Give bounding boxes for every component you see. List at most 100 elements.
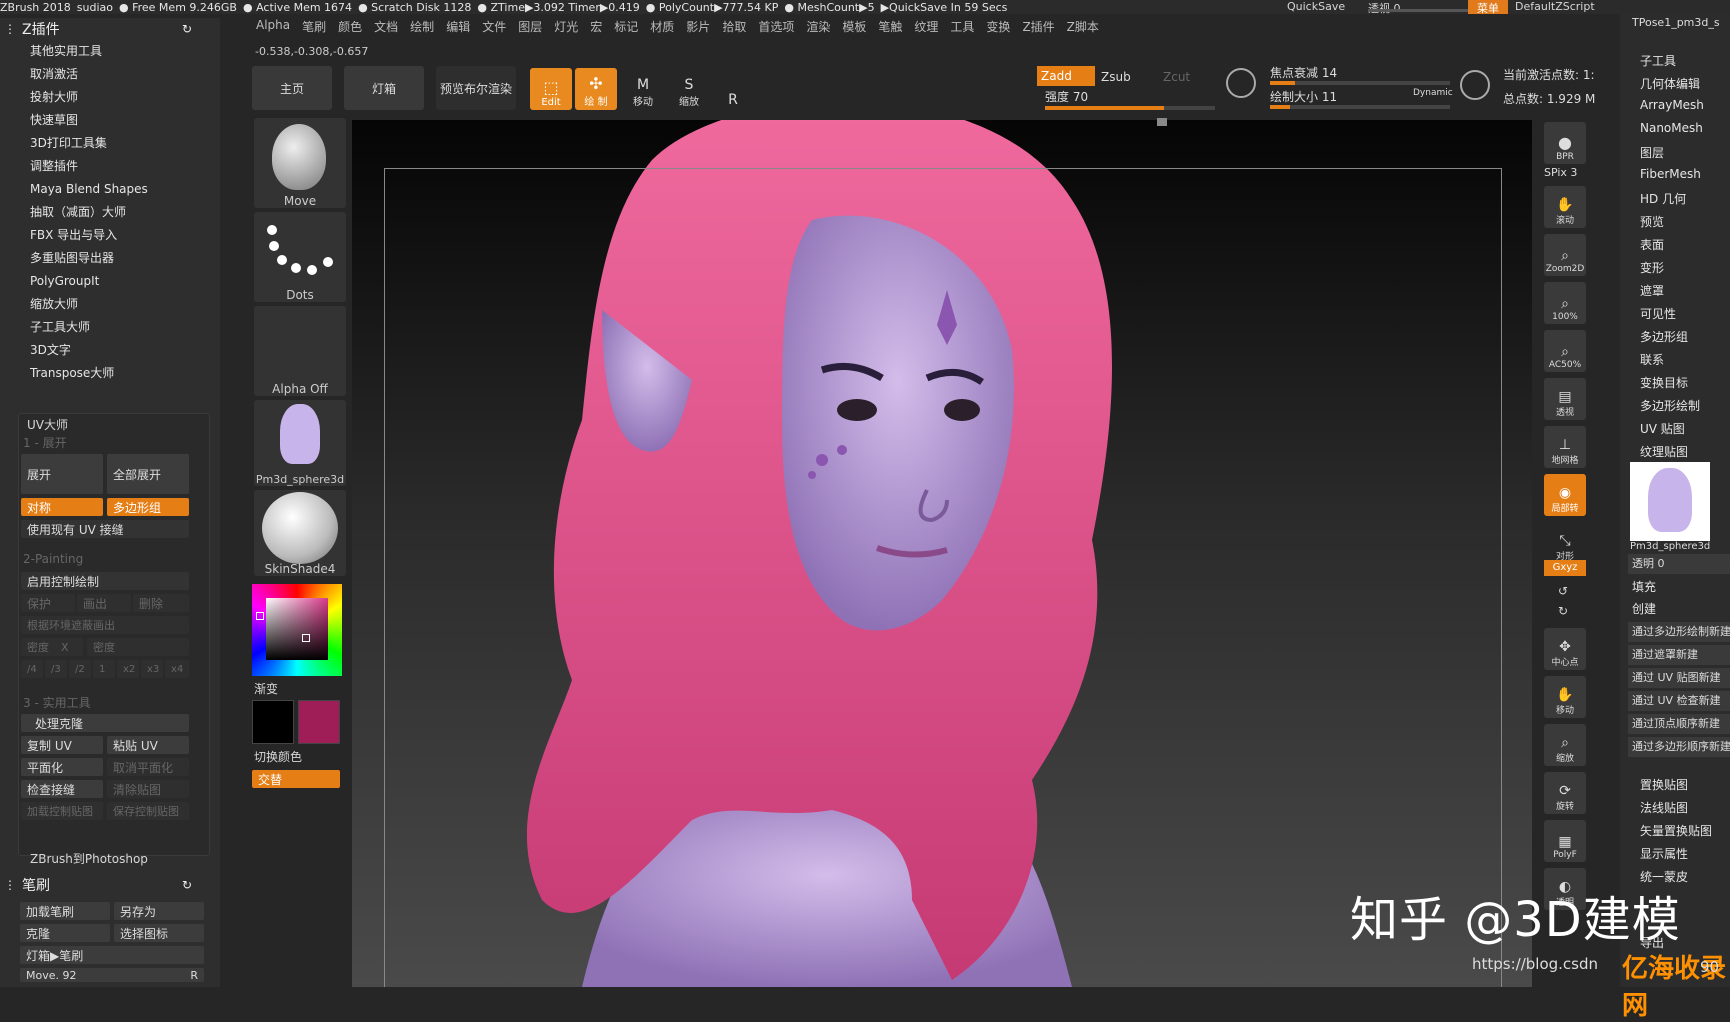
tool-palette-item[interactable]: 可见性 [1640, 305, 1676, 322]
clone-button[interactable]: 克隆 [20, 924, 110, 942]
enable-control-painting-button[interactable]: 启用控制绘制 [21, 572, 189, 590]
move-view-button[interactable]: ✋ 移动 [1544, 676, 1586, 718]
lightbox-brush-button[interactable]: 灯箱▶笔刷 [20, 946, 204, 964]
clear-maps-button[interactable]: 清除贴图 [107, 780, 189, 798]
density-div3[interactable]: /3 [45, 660, 67, 678]
menu-9[interactable]: 宏 [584, 18, 608, 40]
density-one[interactable]: 1 [93, 660, 115, 678]
erase-button[interactable]: 删除 [133, 594, 189, 612]
default-zscript[interactable]: DefaultZScript [1515, 0, 1595, 13]
draw-size-icon[interactable] [1460, 70, 1490, 100]
tool-palette-item[interactable]: 变形 [1640, 259, 1664, 276]
protect-button[interactable]: 保护 [21, 594, 75, 612]
plugin-item[interactable]: Maya Blend Shapes [0, 178, 220, 201]
menu-17[interactable]: 笔触 [872, 18, 908, 40]
tool-palette-item[interactable]: 纹理贴图 [1640, 443, 1688, 460]
current-brush-field[interactable]: Move. 92 R [20, 968, 204, 982]
menu-19[interactable]: 工具 [944, 18, 980, 40]
menu-22[interactable]: Z脚本 [1061, 18, 1105, 40]
secondary-color-swatch[interactable] [298, 700, 340, 744]
intensity-slider[interactable] [1045, 106, 1215, 110]
dynamic-label[interactable]: Dynamic [1413, 88, 1453, 98]
density-div2[interactable]: /2 [69, 660, 91, 678]
create-option[interactable]: 通过多边形绘制新建 [1628, 622, 1730, 642]
color-cursor[interactable] [302, 634, 310, 642]
scale-button[interactable]: S 缩放 [668, 68, 710, 110]
tool-palette-item[interactable]: 图层 [1640, 144, 1664, 161]
check-seams-button[interactable]: 检查接缝 [21, 780, 103, 798]
attract-button[interactable]: 画出 [77, 594, 131, 612]
tool-palette-item[interactable]: 子工具 [1640, 52, 1676, 69]
create-option[interactable]: 通过 UV 贴图新建 [1628, 668, 1730, 688]
xyz-button[interactable]: Gxyz [1544, 560, 1586, 576]
bpr-button[interactable]: ● BPR [1544, 122, 1586, 164]
plugin-item[interactable]: 缩放大师 [0, 293, 220, 316]
quicksave-button[interactable]: QuickSave [1287, 0, 1345, 13]
attract-ambient-button[interactable]: 根据环境遮蔽画出 [21, 616, 189, 634]
scroll-marker[interactable] [1157, 118, 1167, 126]
refresh-icon[interactable]: ↻ [182, 22, 192, 36]
plugin-item[interactable]: 3D文字 [0, 339, 220, 362]
hue-cursor[interactable] [256, 612, 264, 620]
rotate-view-button[interactable]: ⟳ 旋转 [1544, 772, 1586, 814]
frame-button[interactable]: ⤡ 对形 [1544, 522, 1586, 564]
tool-palette-item[interactable]: 法线贴图 [1640, 799, 1688, 816]
menu-10[interactable]: 标记 [608, 18, 644, 40]
tool-palette-item[interactable]: 预览 [1640, 213, 1664, 230]
tool-palette-item[interactable]: 多边形绘制 [1640, 397, 1700, 414]
unflatten-button[interactable]: 取消平面化 [107, 758, 189, 776]
save-control-map-button[interactable]: 保存控制贴图 [107, 802, 189, 820]
bpr-preview-button[interactable]: 预览布尔渲染 [436, 66, 516, 110]
tool-palette-item[interactable]: NanoMesh [1640, 121, 1703, 135]
move-button[interactable]: M 移动 [622, 68, 664, 110]
switch-color-button[interactable]: 切换颜色 [254, 748, 302, 765]
fill-button[interactable]: 填充 [1632, 578, 1656, 595]
stroke-slot[interactable]: Dots [254, 212, 346, 302]
tool-palette-item[interactable]: 表面 [1640, 236, 1664, 253]
plugin-item[interactable]: 其他实用工具 [0, 40, 220, 63]
zplugin-header[interactable]: ⋮ Z插件 ↻ [0, 18, 220, 40]
alpha-slot[interactable]: Alpha Off [254, 306, 346, 396]
tool-palette-item[interactable]: 遮罩 [1640, 282, 1664, 299]
edit-button[interactable]: ⬚ Edit [530, 68, 572, 110]
copy-uvs-button[interactable]: 复制 UV [21, 736, 103, 754]
draw-button[interactable]: ✣ 绘 制 [575, 68, 617, 110]
tool-slot[interactable]: Pm3d_sphere3d [254, 400, 346, 486]
zbrush-to-photoshop[interactable]: ZBrush到Photoshop [30, 850, 148, 867]
tool-palette-item[interactable]: 几何体编辑 [1640, 75, 1700, 92]
tool-palette-item[interactable]: ArrayMesh [1640, 98, 1704, 112]
aahalf-button[interactable]: ⌕ AC50% [1544, 330, 1586, 372]
menu-0[interactable]: Alpha [250, 18, 296, 40]
gradient-label[interactable]: 渐变 [254, 680, 278, 697]
plugin-item[interactable]: 调整插件 [0, 155, 220, 178]
rotate-z-icon[interactable]: ↻ [1558, 604, 1568, 618]
transparency-slider[interactable] [1368, 9, 1468, 12]
plugin-item[interactable]: PolyGroupIt [0, 270, 220, 293]
create-option[interactable]: 通过 UV 检查新建 [1628, 691, 1730, 711]
alternate-button[interactable]: 交替 [252, 770, 340, 788]
use-existing-seams-button[interactable]: 使用现有 UV 接缝 [21, 520, 189, 538]
brush-slot[interactable]: Move [254, 118, 346, 208]
tool-palette-item[interactable]: HD 几何 [1640, 190, 1686, 207]
plugin-item[interactable]: Transpose大师 [0, 362, 220, 385]
menu-3[interactable]: 文档 [368, 18, 404, 40]
menu-1[interactable]: 笔刷 [296, 18, 332, 40]
create-option[interactable]: 通过顶点顺序新建 [1628, 714, 1730, 734]
brush-header[interactable]: ⋮ 笔刷 ↻ [0, 874, 220, 896]
menu-20[interactable]: 变换 [980, 18, 1016, 40]
texture-thumb[interactable]: Pm3d_sphere3d [1630, 462, 1710, 552]
material-slot[interactable]: SkinShade4 [254, 490, 346, 576]
symmetry-button[interactable]: 对称 [21, 498, 103, 516]
tool-palette-item[interactable]: 联系 [1640, 351, 1664, 368]
paste-uvs-button[interactable]: 粘贴 UV [107, 736, 189, 754]
spix-label[interactable]: SPix 3 [1544, 166, 1577, 179]
draw-size-slider[interactable] [1270, 105, 1450, 109]
brush-refresh-icon[interactable]: ↻ [182, 878, 192, 892]
center-button[interactable]: ✥ 中心点 [1544, 628, 1586, 670]
plugin-item[interactable]: 抽取（减面）大师 [0, 201, 220, 224]
density-div4[interactable]: /4 [21, 660, 43, 678]
tool-palette-item[interactable]: 显示属性 [1640, 845, 1688, 862]
color-picker[interactable] [252, 584, 342, 676]
select-icon-button[interactable]: 选择图标 [114, 924, 204, 942]
create-option[interactable]: 通过遮罩新建 [1628, 645, 1730, 665]
